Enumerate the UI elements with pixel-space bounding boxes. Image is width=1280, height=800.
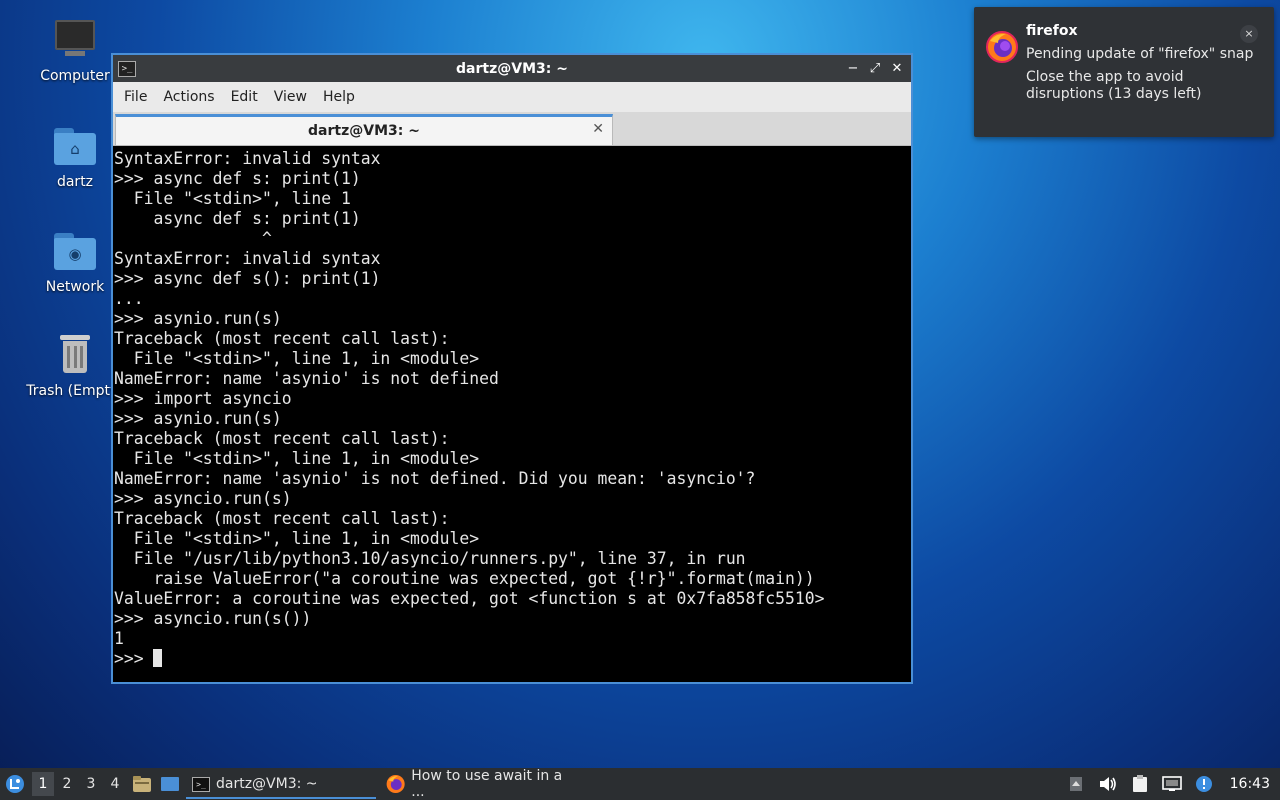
menu-view[interactable]: View xyxy=(266,89,315,105)
desktop-icon-label: Trash (Empty) xyxy=(26,383,124,399)
terminal-line: >>> import asyncio xyxy=(114,389,292,408)
start-menu-button[interactable] xyxy=(0,768,30,800)
terminal-line: SyntaxError: invalid syntax xyxy=(114,249,381,268)
terminal-line: >>> asyncio.run(s) xyxy=(114,489,292,508)
trash-icon xyxy=(52,331,98,377)
task-label: How to use await in a ... xyxy=(411,768,563,800)
workspace-1[interactable]: 1 xyxy=(32,772,54,796)
clock[interactable]: 16:43 xyxy=(1230,776,1270,792)
menu-file[interactable]: File xyxy=(116,89,155,105)
system-tray: 16:43 xyxy=(1066,774,1280,794)
desktop-icon-label: Computer xyxy=(40,68,110,84)
terminal-app-icon[interactable]: >_ xyxy=(118,60,136,77)
terminal-line: File "<stdin>", line 1, in <module> xyxy=(114,449,480,468)
terminal-window[interactable]: >_ dartz@VM3: ~ − ⤢ ✕ File Actions Edit … xyxy=(111,53,913,684)
terminal-line: NameError: name 'asynio' is not defined.… xyxy=(114,469,756,488)
text-cursor xyxy=(153,649,163,667)
terminal-line: Traceback (most recent call last): xyxy=(114,429,450,448)
terminal-line: >>> asyncio.run(s()) xyxy=(114,609,312,628)
terminal-line: 1 xyxy=(114,629,124,648)
notification-message: Pending update of "firefox" snap xyxy=(1026,46,1254,62)
task-firefox[interactable]: How to use await in a ... xyxy=(380,768,580,800)
terminal-icon: >_ xyxy=(192,776,210,792)
terminal-line: NameError: name 'asynio' is not defined xyxy=(114,369,499,388)
update-notification[interactable]: firefox × Pending update of "firefox" sn… xyxy=(974,7,1274,137)
notification-close-button[interactable]: × xyxy=(1240,25,1258,43)
desktop-icon xyxy=(161,777,179,791)
firefox-icon xyxy=(386,774,405,794)
terminal-output[interactable]: SyntaxError: invalid syntax >>> async def… xyxy=(113,146,911,682)
terminal-line: >>> asynio.run(s) xyxy=(114,409,282,428)
tray-expand-icon[interactable] xyxy=(1066,774,1086,794)
update-notifier-icon[interactable] xyxy=(1194,774,1214,794)
terminal-line: File "<stdin>", line 1 xyxy=(114,189,351,208)
taskbar: 1 2 3 4 >_ dartz@VM3: ~ How to use await… xyxy=(0,768,1280,800)
menubar: File Actions Edit View Help xyxy=(113,82,911,112)
menu-edit[interactable]: Edit xyxy=(223,89,266,105)
file-manager-launcher[interactable] xyxy=(130,773,154,795)
terminal-prompt: >>> xyxy=(114,649,154,668)
terminal-line: >>> asynio.run(s) xyxy=(114,309,282,328)
terminal-line: raise ValueError("a coroutine was expect… xyxy=(114,569,815,588)
notification-detail: Close the app to avoid disruptions (13 d… xyxy=(1026,69,1202,102)
tab-bar: dartz@VM3: ~ ✕ xyxy=(113,112,911,146)
terminal-line: ValueError: a coroutine was expected, go… xyxy=(114,589,825,608)
task-label: dartz@VM3: ~ xyxy=(216,776,318,792)
home-folder-icon: ⌂ xyxy=(52,122,98,168)
minimize-button[interactable]: − xyxy=(845,60,861,78)
terminal-prompt-line[interactable]: >>> xyxy=(114,649,911,669)
terminal-line: File "/usr/lib/python3.10/asyncio/runner… xyxy=(114,549,746,568)
menu-help[interactable]: Help xyxy=(315,89,363,105)
task-terminal[interactable]: >_ dartz@VM3: ~ xyxy=(186,769,376,799)
desktop-icon-label: Network xyxy=(45,279,105,295)
desktop-icon-label: dartz xyxy=(56,174,94,190)
show-desktop-button[interactable] xyxy=(158,773,182,795)
terminal-line: async def s: print(1) xyxy=(114,209,361,228)
terminal-line: File "<stdin>", line 1, in <module> xyxy=(114,349,480,368)
network-icon[interactable] xyxy=(1161,774,1182,794)
tab-close-icon[interactable]: ✕ xyxy=(592,121,604,137)
menu-actions[interactable]: Actions xyxy=(155,89,222,105)
terminal-line: ^ xyxy=(114,229,272,248)
window-title: dartz@VM3: ~ xyxy=(456,60,568,77)
network-folder-icon: ◉ xyxy=(52,227,98,273)
workspace-3[interactable]: 3 xyxy=(80,772,102,796)
workspace-4[interactable]: 4 xyxy=(104,772,126,796)
terminal-line: File "<stdin>", line 1, in <module> xyxy=(114,529,480,548)
terminal-line: >>> async def s(): print(1) xyxy=(114,269,381,288)
terminal-line: Traceback (most recent call last): xyxy=(114,329,450,348)
terminal-line: SyntaxError: invalid syntax xyxy=(114,149,381,168)
lubuntu-logo-icon xyxy=(6,775,24,793)
notification-title: firefox xyxy=(1026,23,1078,39)
terminal-line: Traceback (most recent call last): xyxy=(114,509,450,528)
window-titlebar[interactable]: >_ dartz@VM3: ~ − ⤢ ✕ xyxy=(113,55,911,82)
clipboard-icon[interactable] xyxy=(1130,774,1150,794)
firefox-icon xyxy=(986,31,1018,63)
tab-terminal[interactable]: dartz@VM3: ~ ✕ xyxy=(115,114,613,145)
close-button[interactable]: ✕ xyxy=(889,60,905,78)
volume-icon[interactable] xyxy=(1098,774,1118,794)
workspace-2[interactable]: 2 xyxy=(56,772,78,796)
tab-label: dartz@VM3: ~ xyxy=(308,123,420,139)
terminal-line: ... xyxy=(114,289,144,308)
terminal-line: >>> async def s: print(1) xyxy=(114,169,361,188)
computer-icon xyxy=(52,16,98,62)
maximize-button[interactable]: ⤢ xyxy=(867,60,883,78)
file-manager-icon xyxy=(133,776,151,792)
